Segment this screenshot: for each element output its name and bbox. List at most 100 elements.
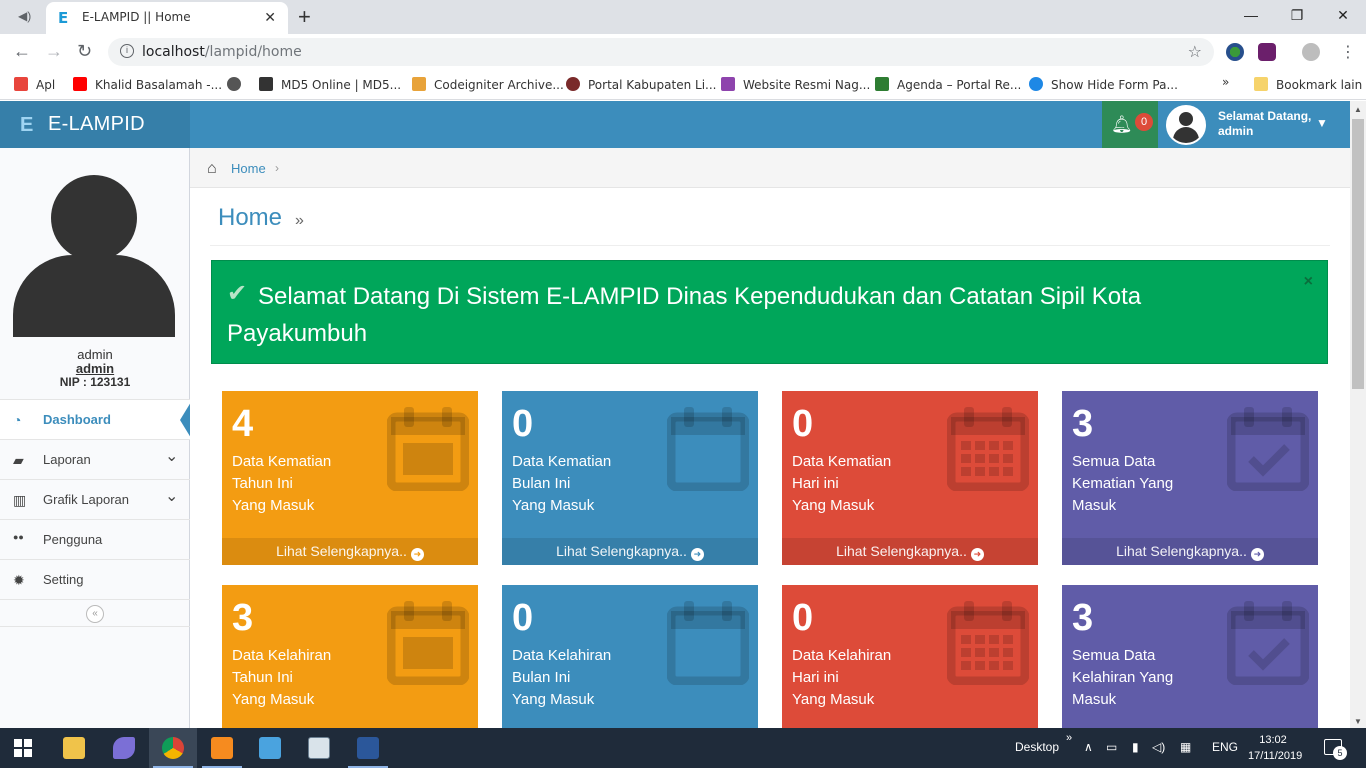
profile-username-link[interactable]: admin [0,361,190,376]
bookmark-item[interactable]: Show Hide Form Pa... [1029,77,1178,92]
info-icon[interactable]: i [120,44,134,58]
title-divider [210,245,1330,246]
stat-more-link[interactable]: Lihat Selengkapnya.. ➜ [782,538,1038,565]
bookmark-item[interactable]: Website Resmi Nag... [721,77,870,92]
desktop-toolbar-label[interactable]: Desktop [1015,740,1059,754]
stat-value: 4 [232,403,254,445]
breadcrumb-home-link[interactable]: Home [231,161,266,176]
sidebar-item-grafik-laporan[interactable]: ▥ Grafik Laporan ⌄ [0,479,190,519]
extension-icon[interactable] [1258,43,1276,61]
action-center-badge: 5 [1333,746,1347,760]
speaker-icon[interactable]: ◀) [18,9,34,25]
bookmark-star-icon[interactable]: ☆ [1188,42,1202,62]
tab-close-icon[interactable]: ✕ [264,9,276,26]
stat-label-line: Tahun Ini [232,475,293,492]
bookmark-item[interactable] [227,77,249,92]
browser-menu-icon[interactable]: ⋮ [1340,42,1356,62]
user-menu[interactable]: Selamat Datang, admin ▼ [1160,101,1340,148]
desktop-toolbar-chevron[interactable]: » [1066,732,1072,744]
extension-globe-icon[interactable] [1226,43,1244,61]
windows-start-icon[interactable] [14,739,32,757]
sidebar-item-laporan[interactable]: ▰ Laporan ⌄ [0,439,190,479]
stat-label-line: Hari ini [792,669,839,686]
system-clock[interactable]: 13:02 17/11/2019 [1248,732,1303,764]
bell-icon: 🔔︎ [1111,115,1133,134]
page-title-suffix: » [295,212,304,229]
volume-icon[interactable]: ◁) [1152,740,1165,754]
forward-icon[interactable]: → [45,41,63,62]
bookmark-label: Show Hide Form Pa... [1051,78,1178,92]
lock-icon [259,77,273,91]
stat-box: 4 Data Kematian Tahun Ini Yang Masuk Lihat S… [222,391,478,565]
sidebar-collapse-icon[interactable]: « [86,605,104,623]
stat-label-line: Kelahiran Yang [1072,669,1174,686]
scroll-up-icon[interactable]: ▲ [1354,105,1362,114]
bookmark-label: Website Resmi Nag... [743,78,871,92]
url-text[interactable]: localhost/lampid/home [142,44,302,60]
stat-more-label: Lihat Selengkapnya.. [276,543,407,559]
scroll-thumb[interactable] [1352,119,1364,389]
calendar-empty-icon [667,407,749,491]
bookmark-item[interactable]: Apl [14,77,55,92]
app-logo[interactable]: E E-LAMPID [0,101,190,148]
notepad-icon[interactable] [295,728,343,768]
minimize-icon[interactable]: — [1228,0,1274,30]
battery-icon[interactable]: ▮ [1132,740,1139,754]
sublime-text-icon[interactable] [198,728,246,768]
stat-label-line: Yang Masuk [512,691,595,708]
flower-icon [721,77,735,91]
profile-name: admin [77,347,113,362]
reload-icon[interactable]: ↻ [77,41,92,62]
stat-box: 0 Data Kematian Bulan Ini Yang Masuk Lihat S… [502,391,758,565]
notifications-button[interactable]: 🔔︎ 0 [1102,101,1158,148]
alert-close-icon[interactable]: × [1304,273,1313,291]
back-icon[interactable]: ← [13,41,31,62]
file-explorer-icon[interactable] [50,728,98,768]
bookmark-item[interactable]: Portal Kabupaten Li... [566,77,716,92]
page-scrollbar[interactable]: ▲ ▼ [1350,101,1366,728]
word-icon[interactable] [344,728,392,768]
tray-expand-icon[interactable]: ∧ [1084,740,1093,754]
dolphin-app-icon[interactable] [100,728,148,768]
close-window-icon[interactable]: ✕ [1320,0,1366,30]
browser-tab[interactable]: E E-LAMPID || Home ✕ [46,2,288,34]
sidebar-item-dashboard[interactable]: ◔ Dashboard [0,399,191,439]
bookmark-item[interactable]: Agenda – Portal Re... [875,77,1021,92]
keyboard-icon[interactable]: ▦ [1180,740,1191,754]
stat-label-line: Yang Masuk [232,691,315,708]
bookmark-label: Apl [36,78,56,92]
scroll-down-icon[interactable]: ▼ [1354,717,1362,726]
bookmark-item[interactable]: Codeigniter Archive... [412,77,564,92]
chrome-icon[interactable] [149,728,197,768]
clock-date: 17/11/2019 [1248,750,1303,762]
stat-label-line: Yang Masuk [512,497,595,514]
sidebar-item-setting[interactable]: ✹ Setting [0,559,190,599]
bookmarks-overflow-icon[interactable]: » [1222,75,1229,89]
stat-more-link[interactable]: Lihat Selengkapnya.. ➜ [222,538,478,565]
sidebar-item-pengguna[interactable]: ●● Pengguna [0,519,190,559]
stat-label-line: Masuk [1072,497,1117,514]
stat-label-line: Data Kelahiran [512,647,612,664]
bar-chart-icon: ▥ [13,492,27,508]
control-panel-icon[interactable] [246,728,294,768]
bookmark-label: Codeigniter Archive... [434,78,564,92]
network-icon[interactable]: ▭ [1106,740,1117,754]
stat-more-link[interactable]: Lihat Selengkapnya.. ➜ [1062,538,1318,565]
bookmark-item[interactable]: Khalid Basalamah -... [73,77,222,92]
stat-more-link[interactable]: Lihat Selengkapnya.. ➜ [502,538,758,565]
new-tab-icon[interactable]: + [298,4,311,30]
other-bookmarks[interactable]: Bookmark lain [1254,77,1362,92]
stat-label-line: Yang Masuk [792,691,875,708]
arrow-circle-right-icon: ➜ [1250,548,1264,561]
calendar-icon [387,601,469,685]
restore-icon[interactable]: ❐ [1274,0,1320,30]
profile-nip: NIP : 123131 [59,375,131,389]
stat-value: 0 [792,597,814,639]
calendar-check-icon [1227,601,1309,685]
address-bar[interactable]: i localhost/lampid/home ☆ [108,38,1214,66]
profile-avatar-icon[interactable] [1302,43,1320,61]
input-language[interactable]: ENG [1212,740,1238,754]
sidebar-item-label: Dashboard [43,412,111,427]
bookmark-item[interactable]: MD5 Online | MD5... [259,77,401,92]
bookmarks-bar: Apl Khalid Basalamah -... MD5 Online | MD5… [0,70,1366,100]
